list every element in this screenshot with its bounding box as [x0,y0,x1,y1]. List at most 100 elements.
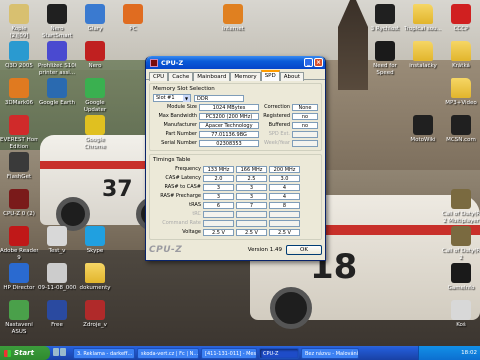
shortcut-icon [375,4,395,24]
desktop-shortcut[interactable]: Need for Speed [366,41,404,76]
chevron-down-icon[interactable]: ▼ [183,94,190,102]
cpuz-window[interactable]: CPU-Z _ × CPU Cache Mainboard Memory SPD Abou… [145,56,326,261]
timing-value [203,219,234,227]
system-tray: 18:02 [418,346,480,360]
desktop-shortcut[interactable]: MCSN.com [442,115,480,144]
shortcut-label: Glary [87,26,103,32]
desktop-shortcut[interactable]: HP Director [0,263,38,292]
desktop-shortcut[interactable]: EVEREST Home Edition [0,115,38,150]
desktop-shortcut[interactable]: Free [38,300,76,329]
desktop-shortcut[interactable]: Krátká [442,41,480,70]
desktop-shortcut[interactable]: MP3+Video [442,78,480,107]
desktop-shortcut[interactable]: Kopie (2)[09] [0,4,38,39]
shortcut-icon [451,300,471,320]
desktop-shortcut[interactable]: instalačky [404,41,442,70]
timing-row: CAS# Latency 2.0 2.5 3.0 [153,174,318,182]
shortcut-icon [375,41,395,61]
desktop-shortcut[interactable]: Call of Duty(R) 2 [442,226,480,261]
close-button[interactable]: × [314,58,323,67]
timing-label: tRC [192,211,201,217]
shortcut-label: Call of Duty(R) 2 Multiplayer [442,211,480,224]
clock[interactable]: 18:02 [461,350,477,356]
desktop-shortcut[interactable]: MotoWiki [404,115,442,144]
timing-row: Frequency 133 MHz 166 MHz 200 MHz [153,165,318,173]
shortcut-icon [9,152,29,172]
shortcut-icon [9,78,29,98]
desktop-shortcut[interactable]: Google Chrome [76,115,114,150]
shortcut-label: Tropical sou... [404,26,442,32]
desktop-shortcut[interactable]: Adobe Reader 9 [0,226,38,261]
desktop-shortcut[interactable]: Google Updater [76,78,114,113]
desktop-shortcut[interactable]: FlashGet [0,152,38,181]
shortcut-icon [451,263,471,283]
desktop-shortcut[interactable]: CPU-Z 0 (2) [0,189,38,218]
desktop-shortcut[interactable]: Nero StartSmart [38,4,76,39]
slot-select[interactable]: Slot #1 ▼ [153,94,191,102]
shortcut-icon [9,300,29,320]
desktop-shortcut[interactable]: Nastavení ASUS [0,300,38,335]
taskbar-button[interactable]: [411-131-011] - Mes... [201,347,257,359]
shortcut-label: 3 Rychlost [370,26,400,32]
tab-cache[interactable]: Cache [168,72,194,81]
timing-label: Command Rate [162,220,201,226]
desktop-shortcut[interactable]: 3DMark06 [0,78,38,107]
desktop-shortcut[interactable]: Prohlížeč S100 printer assi... [38,41,76,76]
tab-spd[interactable]: SPD [260,70,280,81]
max-bandwidth-field: PC3200 (200 MHz) [199,112,259,120]
shortcut-icon [413,115,433,135]
tab-mainboard[interactable]: Mainboard [193,72,231,81]
quicklaunch-icon[interactable] [60,348,66,356]
manufacturer-label: Manufacturer [163,122,198,128]
desktop-shortcut[interactable]: Call of Duty(R) 2 Multiplayer [442,189,480,224]
spd-ext-label: SPD Ext. [268,131,290,137]
desktop-shortcut[interactable]: Google Earth [38,78,76,107]
quicklaunch-icon[interactable] [53,348,59,356]
timing-value: 8 [269,201,300,209]
tab-memory[interactable]: Memory [230,72,261,81]
desktop-shortcut[interactable]: Nero [76,41,114,70]
desktop-shortcut[interactable]: 09-11-08_0002 [38,263,76,292]
taskbar-button[interactable]: CPU-Z [259,347,299,359]
desktop-shortcut[interactable]: Koš [442,300,480,329]
desktop-shortcut[interactable]: dokumenty [76,263,114,292]
minimize-button[interactable]: _ [304,58,313,67]
desktop-shortcut[interactable]: Q3D 2005 [0,41,38,70]
desktop-shortcut[interactable]: Zdroje_v [76,300,114,329]
desktop-shortcut[interactable]: Glary [76,4,114,33]
taskbar-button[interactable]: 3. Reklama - darkeff... [73,347,135,359]
timing-label: tRAS [189,202,201,208]
desktop-shortcut[interactable]: Skype [76,226,114,255]
desktop-shortcut[interactable]: Test_v [38,226,76,255]
shortcut-icon [9,4,29,24]
shortcut-label: Google Earth [39,100,75,106]
desktop-shortcut[interactable]: PC [114,4,152,33]
timing-label: CAS# Latency [165,175,201,181]
desktop-shortcut[interactable]: CCCP [442,4,480,33]
timing-value: 2.5 [236,174,267,182]
desktop-shortcut[interactable]: Tropical sou... [404,4,442,33]
part-number-field: 77.01136.9BG [199,130,259,138]
title-bar[interactable]: CPU-Z _ × [146,56,325,69]
cpuz-app-icon [150,58,158,67]
version-label: Version 1.49 [247,247,282,253]
timing-label: Frequency [175,166,201,172]
desktop-shortcut[interactable]: Internet [214,4,252,33]
taskbar-button[interactable]: skoda-vert.cz | Fc | N... [137,347,199,359]
shortcut-label: GameInfo [447,285,475,291]
tab-cpu[interactable]: CPU [149,72,169,81]
taskbar: Start 3. Reklama - darkeff... skoda-vert.… [0,346,480,360]
start-button[interactable]: Start [0,346,50,360]
desktop-shortcut[interactable]: 3 Rychlost [366,4,404,33]
registered-label: Registered [263,113,290,119]
tab-about[interactable]: About [279,72,304,81]
shortcut-icon [123,4,143,24]
shortcut-label: Call of Duty(R) 2 [442,248,480,261]
timing-value: 6 [203,201,234,209]
taskbar-button[interactable]: Bez názvu - Malování [301,347,359,359]
desktop-shortcut[interactable]: GameInfo [442,263,480,292]
timing-value [269,210,300,218]
memory-type-field: DDR [194,94,244,102]
shortcut-icon [9,115,29,135]
timing-value: 166 MHz [236,165,267,173]
ok-button[interactable]: OK [286,245,322,255]
